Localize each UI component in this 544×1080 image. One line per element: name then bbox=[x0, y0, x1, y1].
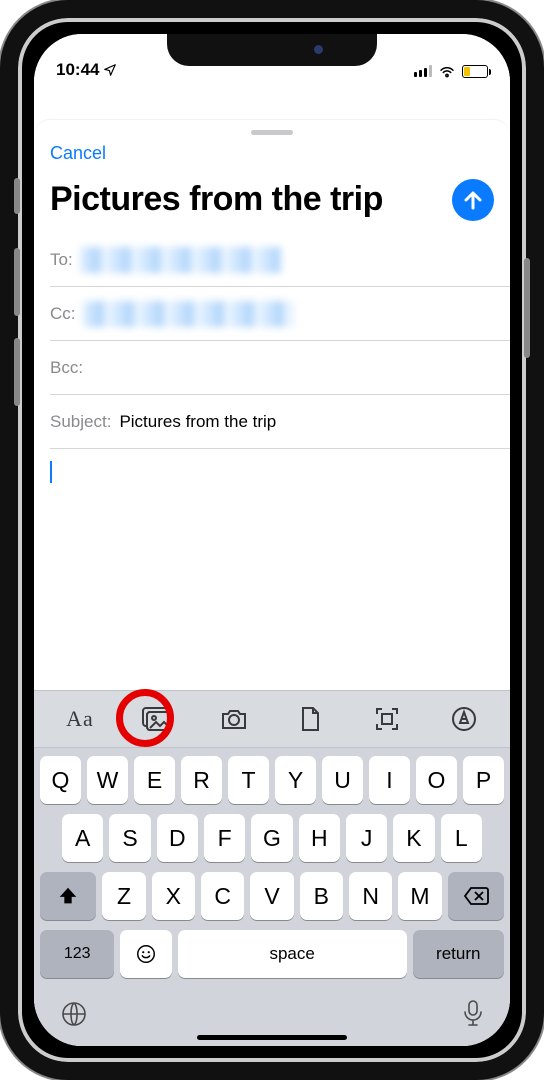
cellular-signal-icon bbox=[414, 65, 432, 77]
dictation-key[interactable] bbox=[462, 999, 484, 1034]
scan-button[interactable] bbox=[363, 705, 411, 733]
attach-file-button[interactable] bbox=[286, 705, 334, 733]
space-key[interactable]: space bbox=[178, 930, 407, 978]
key-r[interactable]: R bbox=[181, 756, 222, 804]
key-d[interactable]: D bbox=[157, 814, 198, 862]
bcc-field[interactable]: Bcc: bbox=[50, 341, 510, 395]
key-a[interactable]: A bbox=[62, 814, 103, 862]
key-i[interactable]: I bbox=[369, 756, 410, 804]
home-indicator[interactable] bbox=[197, 1035, 347, 1040]
key-h[interactable]: H bbox=[299, 814, 340, 862]
scan-icon bbox=[373, 705, 401, 733]
keyboard-row-1: Q W E R T Y U I O P bbox=[40, 756, 504, 804]
key-p[interactable]: P bbox=[463, 756, 504, 804]
key-s[interactable]: S bbox=[109, 814, 150, 862]
camera-icon bbox=[219, 706, 249, 732]
key-e[interactable]: E bbox=[134, 756, 175, 804]
format-text-button[interactable]: Aa bbox=[56, 706, 104, 732]
bcc-label: Bcc: bbox=[50, 358, 83, 378]
key-c[interactable]: C bbox=[201, 872, 244, 920]
cc-field[interactable]: Cc: bbox=[50, 287, 510, 341]
photo-library-button[interactable] bbox=[133, 705, 181, 733]
photo-library-icon bbox=[140, 705, 174, 733]
keyboard-row-2: A S D F G H J K L bbox=[40, 814, 504, 862]
cc-label: Cc: bbox=[50, 304, 76, 324]
device-notch bbox=[167, 34, 377, 66]
shift-icon bbox=[57, 885, 79, 907]
keyboard-toolbar: Aa bbox=[34, 690, 510, 748]
markup-button[interactable] bbox=[440, 705, 488, 733]
battery-icon bbox=[462, 65, 488, 78]
backspace-icon bbox=[463, 886, 489, 906]
text-cursor bbox=[50, 461, 52, 483]
key-y[interactable]: Y bbox=[275, 756, 316, 804]
key-j[interactable]: J bbox=[346, 814, 387, 862]
key-x[interactable]: X bbox=[152, 872, 195, 920]
compose-sheet: Cancel Pictures from the trip To: Cc: bbox=[34, 120, 510, 1046]
key-w[interactable]: W bbox=[87, 756, 128, 804]
wifi-icon bbox=[438, 64, 456, 78]
shift-key[interactable] bbox=[40, 872, 96, 920]
to-value-redacted bbox=[81, 247, 281, 273]
key-g[interactable]: G bbox=[251, 814, 292, 862]
cc-value-redacted bbox=[84, 301, 294, 327]
key-q[interactable]: Q bbox=[40, 756, 81, 804]
arrow-up-icon bbox=[461, 188, 485, 212]
markup-icon bbox=[450, 705, 478, 733]
compose-title: Pictures from the trip bbox=[50, 181, 444, 218]
return-key[interactable]: return bbox=[413, 930, 504, 978]
camera-button[interactable] bbox=[210, 706, 258, 732]
send-button[interactable] bbox=[452, 179, 494, 221]
subject-label: Subject: bbox=[50, 412, 111, 432]
key-b[interactable]: B bbox=[300, 872, 343, 920]
key-o[interactable]: O bbox=[416, 756, 457, 804]
keyboard: Aa bbox=[34, 690, 510, 1046]
numbers-key[interactable]: 123 bbox=[40, 930, 114, 978]
key-z[interactable]: Z bbox=[102, 872, 145, 920]
key-v[interactable]: V bbox=[250, 872, 293, 920]
document-icon bbox=[298, 705, 322, 733]
key-n[interactable]: N bbox=[349, 872, 392, 920]
emoji-icon bbox=[135, 943, 157, 965]
status-time: 10:44 bbox=[56, 60, 99, 80]
keyboard-row-3: Z X C V B N M bbox=[40, 872, 504, 920]
key-k[interactable]: K bbox=[393, 814, 434, 862]
key-t[interactable]: T bbox=[228, 756, 269, 804]
to-field[interactable]: To: bbox=[50, 233, 510, 287]
cancel-button[interactable]: Cancel bbox=[50, 143, 106, 163]
key-m[interactable]: M bbox=[398, 872, 441, 920]
emoji-key[interactable] bbox=[120, 930, 171, 978]
globe-icon bbox=[60, 1000, 88, 1028]
subject-field[interactable]: Subject: Pictures from the trip bbox=[50, 395, 510, 449]
keyboard-row-4: 123 space return bbox=[40, 930, 504, 978]
location-arrow-icon bbox=[103, 63, 117, 77]
globe-key[interactable] bbox=[60, 1000, 88, 1033]
body-input[interactable] bbox=[34, 449, 510, 500]
to-label: To: bbox=[50, 250, 73, 270]
key-l[interactable]: L bbox=[441, 814, 482, 862]
backspace-key[interactable] bbox=[448, 872, 504, 920]
subject-value: Pictures from the trip bbox=[119, 412, 276, 432]
key-u[interactable]: U bbox=[322, 756, 363, 804]
mic-icon bbox=[462, 999, 484, 1029]
key-f[interactable]: F bbox=[204, 814, 245, 862]
